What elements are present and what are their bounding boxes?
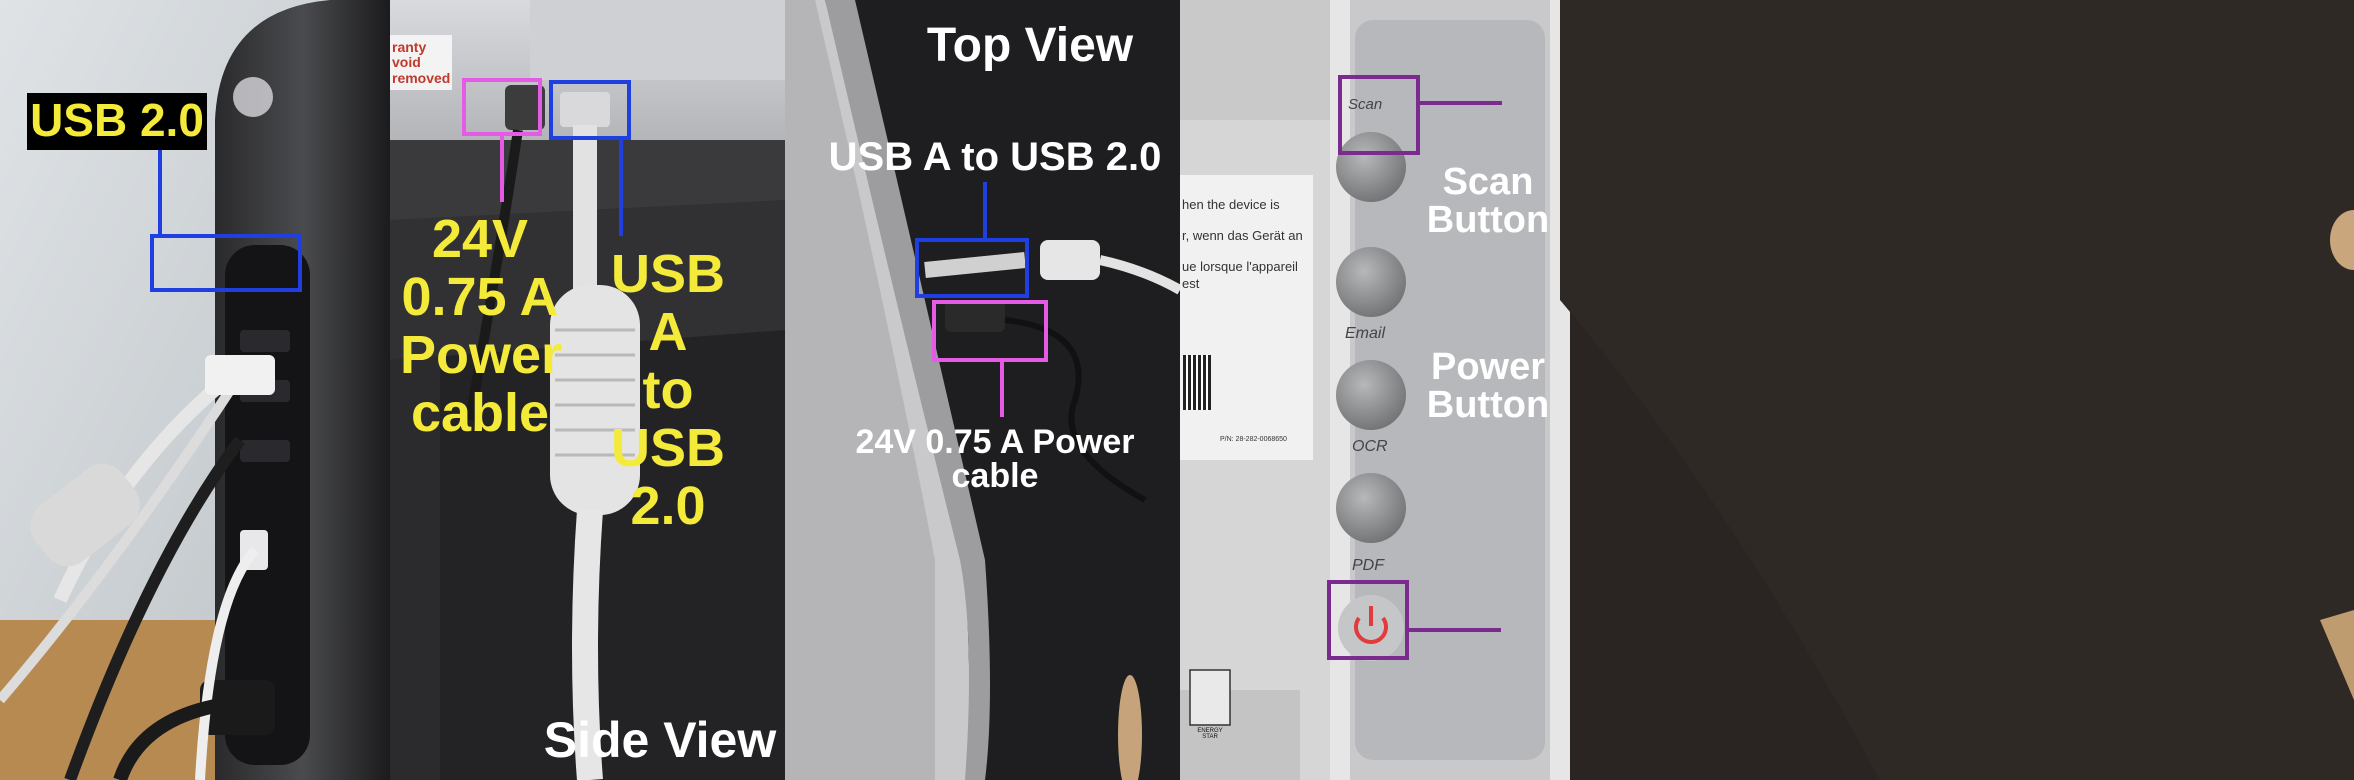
power-cable-leader-line xyxy=(500,136,504,202)
power-label-line: Button xyxy=(1426,384,1550,426)
scanner-top-photo xyxy=(785,0,1180,780)
panel-side-view: ranty void removed 24V 0.75 A Power cabl… xyxy=(390,0,785,780)
usb-label-line: 2.0 xyxy=(630,476,706,536)
panel-top-view: Top View USB A to USB 2.0 24V 0.75 A Pow… xyxy=(785,0,1180,780)
ocr-button-caption: OCR xyxy=(1352,438,1388,455)
power-leader-line xyxy=(1000,362,1004,417)
power-label-line: 0.75 A xyxy=(401,267,559,327)
qr-code-icon xyxy=(1183,355,1211,410)
scan-label-line: Scan xyxy=(1442,161,1534,203)
pdf-button-caption: PDF xyxy=(1352,557,1384,574)
scan-button-leader-line xyxy=(1420,101,1502,105)
usb-leader-line xyxy=(983,182,987,240)
scan-button-label-text: Scan Button xyxy=(1418,163,1558,239)
power-label-line: cable xyxy=(410,383,550,443)
usb-2-0-label: USB 2.0 xyxy=(30,94,204,146)
warning-sticker: hen the device is r, wenn das Gerät an u… xyxy=(1182,196,1312,292)
power-label-line: Power xyxy=(400,325,563,385)
power-cable-highlight-box xyxy=(462,78,542,136)
scan-button-highlight-box xyxy=(1338,75,1420,155)
power-label-line: 24V xyxy=(431,209,529,269)
usb-cable-label: USB A to USB 2.0 xyxy=(588,245,748,535)
power-cable-label: 24V 0.75 A Power cable xyxy=(400,209,563,443)
panel-scanner-buttons: hen the device is r, wenn das Gerät an u… xyxy=(1180,0,2354,780)
usb-label-line: to xyxy=(642,360,694,420)
power-button-label-text: Power Button xyxy=(1418,348,1558,424)
power-cable-label: 24V 0.75 A Power cable xyxy=(855,423,1135,495)
photo-collage: USB 2.0 ranty void removed 24V 0.75 A Po… xyxy=(0,0,2354,780)
email-button-caption: Email xyxy=(1345,325,1386,342)
usb-cable-highlight-box xyxy=(549,80,631,140)
usb-a-to-usb-2-0-label: USB A to USB 2.0 xyxy=(828,135,1162,179)
panel-mac-pro-ports: USB 2.0 xyxy=(0,0,390,780)
usb-label-line: USB A xyxy=(610,244,725,362)
usb-2-0-leader-line xyxy=(158,150,162,236)
part-number: P/N: 28-282-0068650 xyxy=(1220,436,1287,443)
power-label-line: Power xyxy=(1430,346,1546,388)
usb-label-line: USB xyxy=(610,418,725,478)
usb-cable-leader-line xyxy=(619,140,623,236)
sticker-line: r, wenn das Gerät an xyxy=(1182,228,1303,243)
usb-2-0-port-highlight-box xyxy=(150,234,302,292)
scan-label-line: Button xyxy=(1426,199,1550,241)
power-button-highlight-box xyxy=(1327,580,1409,660)
energy-star-logo: ENERGY STAR xyxy=(1197,728,1223,740)
power-connector-highlight-box xyxy=(932,300,1048,362)
side-view-label: Side View xyxy=(543,712,777,768)
warranty-sticker-text: ranty void removed xyxy=(392,39,451,86)
sticker-line: hen the device is xyxy=(1182,197,1280,212)
top-view-label: Top View xyxy=(926,19,1134,72)
power-button-leader-line xyxy=(1409,628,1501,632)
usb-connector-highlight-box xyxy=(915,238,1029,298)
sticker-line: ue lorsque l'appareil est xyxy=(1182,259,1298,291)
